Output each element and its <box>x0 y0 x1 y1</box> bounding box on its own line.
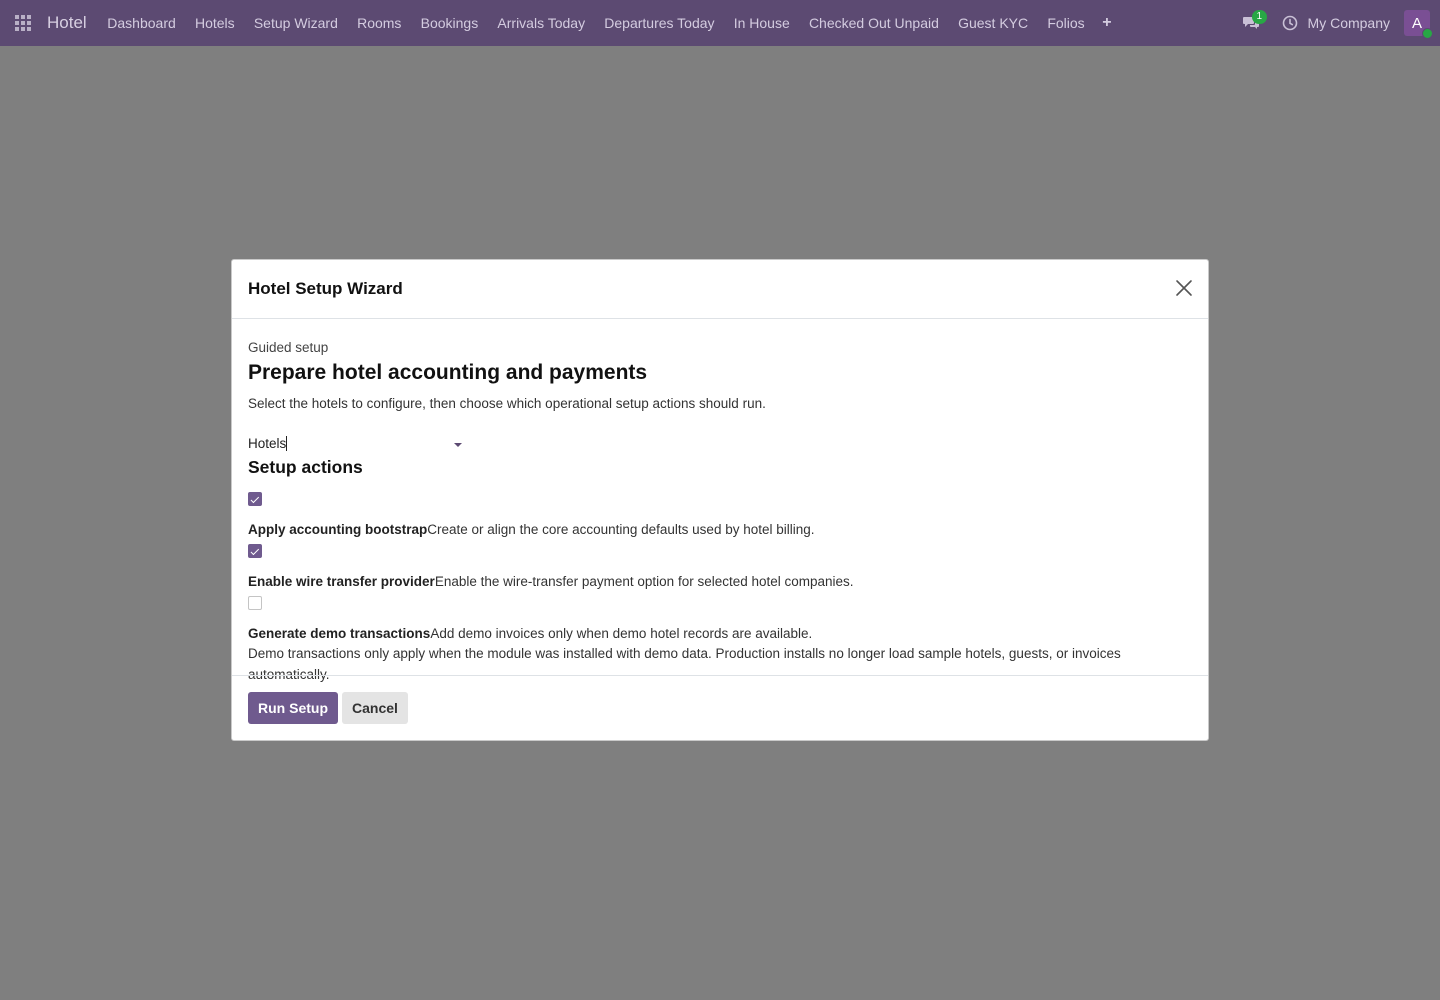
activity-clock-icon[interactable] <box>1278 0 1302 46</box>
dialog-footer: Run Setup Cancel <box>232 675 1208 740</box>
main-menu: Dashboard Hotels Setup Wizard Rooms Book… <box>98 14 1120 32</box>
intro-text: Select the hotels to configure, then cho… <box>248 396 766 411</box>
menu-item-folios[interactable]: Folios <box>1038 15 1095 31</box>
action-title: Generate demo transactions <box>248 626 431 641</box>
action-row-text: Generate demo transactionsAdd demo invoi… <box>248 625 1192 643</box>
hotels-many2many-field[interactable]: Hotels <box>248 434 462 454</box>
chat-count-badge: 1 <box>1251 10 1268 24</box>
action-description: Create or align the core accounting defa… <box>427 522 815 537</box>
navbar-systray: 1 My Company A <box>1236 0 1440 46</box>
menu-item-departures-today[interactable]: Departures Today <box>595 15 724 31</box>
app-brand[interactable]: Hotel <box>47 13 87 33</box>
avatar-initial: A <box>1411 14 1422 32</box>
action-row-text: Apply accounting bootstrapCreate or alig… <box>248 521 1192 539</box>
demo-transactions-checkbox[interactable] <box>248 596 262 610</box>
page-headline: Prepare hotel accounting and payments <box>248 361 648 384</box>
action-accounting-bootstrap: Apply accounting bootstrapCreate or alig… <box>248 492 1192 539</box>
action-title: Enable wire transfer provider <box>248 574 435 589</box>
action-title: Apply accounting bootstrap <box>248 522 428 537</box>
hotels-field-label: Hotels <box>248 436 287 451</box>
messaging-chat-icon[interactable]: 1 <box>1236 0 1268 46</box>
menu-item-in-house[interactable]: In House <box>724 15 799 31</box>
menu-item-checked-out-unpaid[interactable]: Checked Out Unpaid <box>799 15 948 31</box>
add-menu-plus-icon[interactable]: + <box>1094 14 1119 32</box>
close-icon[interactable] <box>1174 278 1194 298</box>
action-description: Add demo invoices only when demo hotel r… <box>430 626 813 641</box>
apps-menu-icon[interactable] <box>0 0 46 46</box>
menu-item-bookings[interactable]: Bookings <box>411 15 488 31</box>
eyebrow-text: Guided setup <box>248 340 329 355</box>
action-description: Enable the wire-transfer payment option … <box>434 574 854 589</box>
company-switcher[interactable]: My Company <box>1308 15 1390 31</box>
dialog-header: Hotel Setup Wizard <box>232 260 1208 319</box>
wire-transfer-checkbox[interactable] <box>248 544 262 558</box>
menu-item-dashboard[interactable]: Dashboard <box>98 15 186 31</box>
menu-item-guest-kyc[interactable]: Guest KYC <box>949 15 1038 31</box>
run-setup-button[interactable]: Run Setup <box>248 692 338 724</box>
cancel-button[interactable]: Cancel <box>342 692 408 724</box>
user-avatar[interactable]: A <box>1404 10 1433 39</box>
setup-actions-title: Setup actions <box>248 457 363 477</box>
menu-item-arrivals-today[interactable]: Arrivals Today <box>488 15 595 31</box>
online-status-dot <box>1422 28 1433 39</box>
dialog-body: Guided setup Prepare hotel accounting an… <box>232 319 1208 682</box>
action-wire-transfer: Enable wire transfer providerEnable the … <box>248 544 1192 591</box>
top-navbar: Hotel Dashboard Hotels Setup Wizard Room… <box>0 0 1440 46</box>
action-row-text: Enable wire transfer providerEnable the … <box>248 573 1192 591</box>
accounting-bootstrap-checkbox[interactable] <box>248 492 262 506</box>
chevron-down-icon[interactable] <box>454 443 462 447</box>
menu-item-setup-wizard[interactable]: Setup Wizard <box>244 15 347 31</box>
dialog-title: Hotel Setup Wizard <box>248 279 403 298</box>
text-cursor <box>286 436 288 451</box>
setup-wizard-dialog: Hotel Setup Wizard Guided setup Prepare … <box>231 259 1209 741</box>
action-demo-transactions: Generate demo transactionsAdd demo invoi… <box>248 596 1192 643</box>
menu-item-hotels[interactable]: Hotels <box>185 15 244 31</box>
menu-item-rooms[interactable]: Rooms <box>347 15 411 31</box>
